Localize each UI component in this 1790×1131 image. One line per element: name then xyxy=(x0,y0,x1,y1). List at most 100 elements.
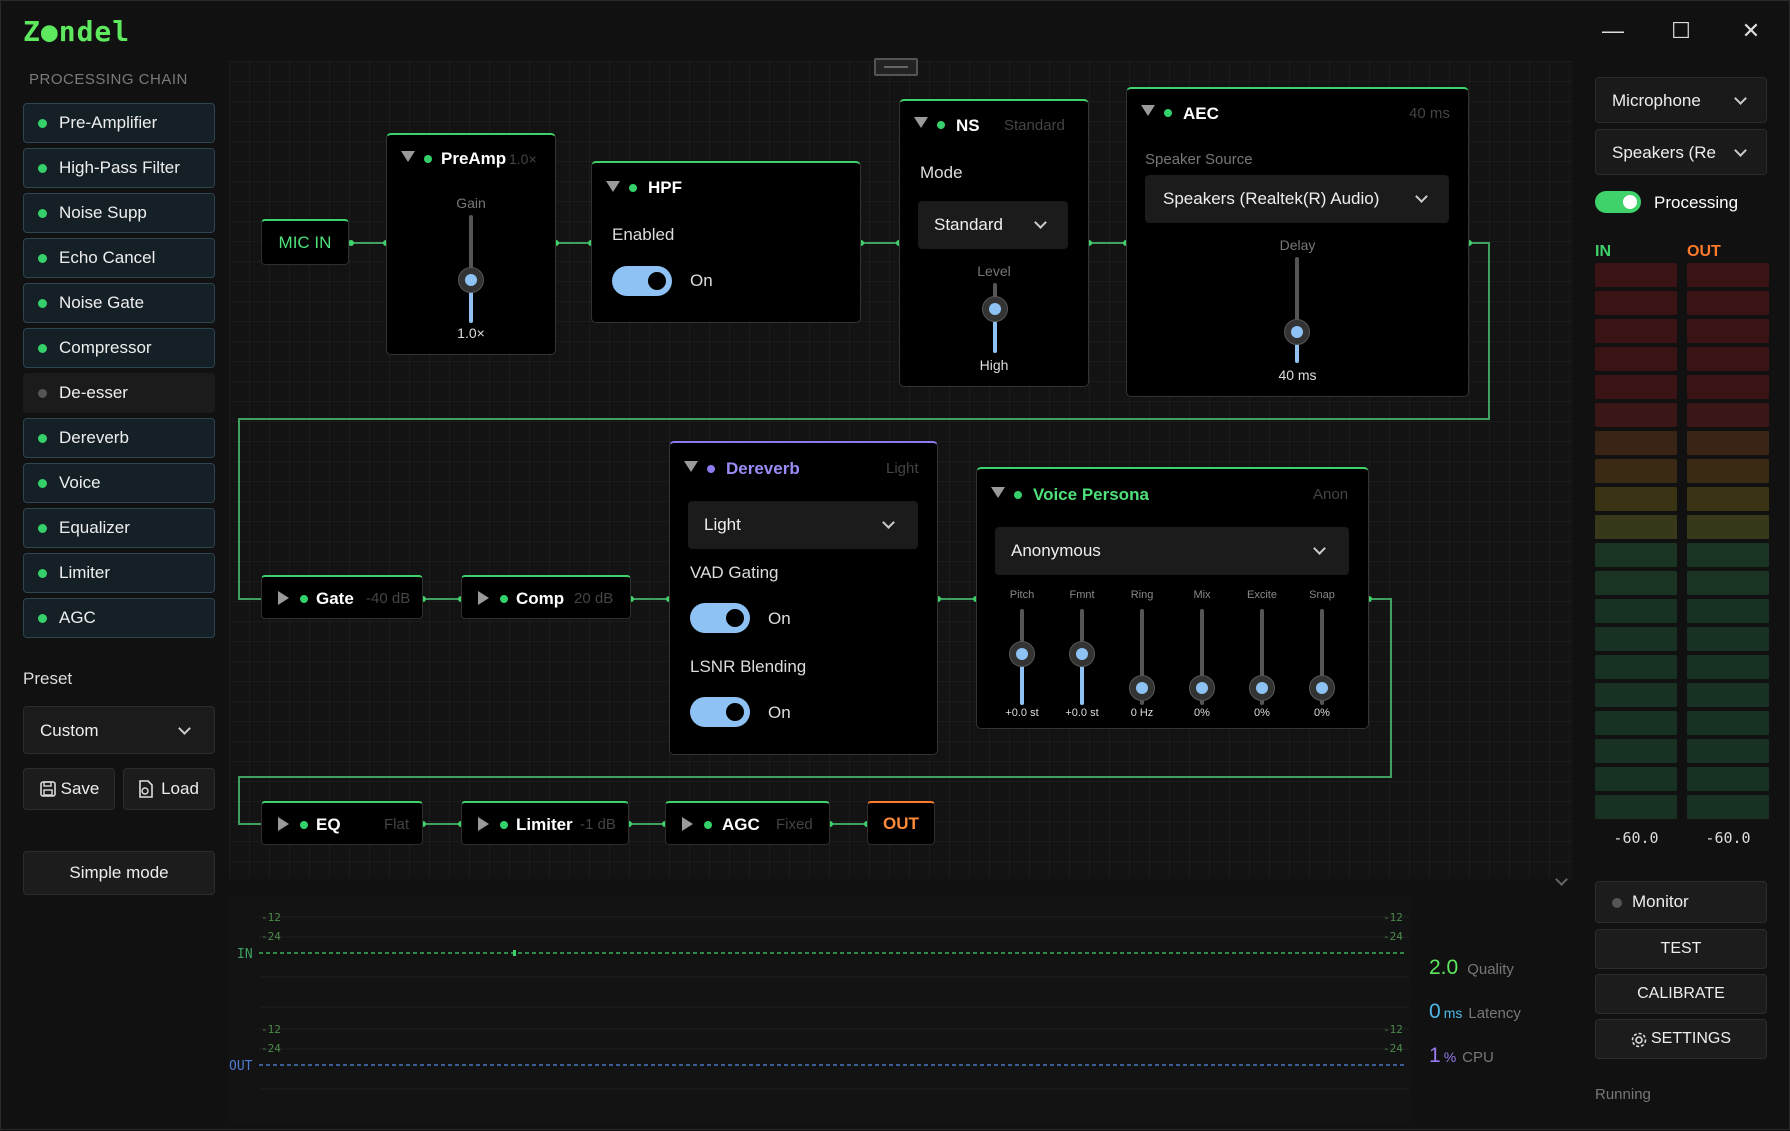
ns-level-label: Level xyxy=(977,263,1011,279)
delay-value: 40 ms xyxy=(1278,367,1317,383)
voice-slider-knob[interactable] xyxy=(1189,675,1215,701)
voice-slider-knob[interactable] xyxy=(1309,675,1335,701)
scope-in-tick-24: -24 xyxy=(261,930,281,943)
comp-node[interactable]: Comp 20 dB xyxy=(461,575,631,619)
comp-title: Comp xyxy=(516,589,565,608)
agc-node[interactable]: AGC Fixed xyxy=(665,801,830,845)
dereverb-node[interactable]: Dereverb Light Light VAD Gating On LSNR … xyxy=(669,441,938,755)
collapse-triangle-icon[interactable] xyxy=(1141,105,1155,116)
voice-slider-value: 0 Hz xyxy=(1130,707,1154,719)
gate-node[interactable]: Gate -40 dB xyxy=(261,575,423,619)
processing-toggle[interactable] xyxy=(1595,191,1641,213)
preamp-title: PreAmp xyxy=(441,149,507,168)
eq-subtitle: Flat xyxy=(384,816,410,833)
speaker-source-label: Speaker Source xyxy=(1145,151,1253,168)
scope-out-tick-24: -24 xyxy=(261,1042,281,1055)
collapse-triangle-icon[interactable] xyxy=(606,181,620,192)
in-meter-segment xyxy=(1595,459,1677,483)
vad-gating-toggle[interactable] xyxy=(690,603,750,633)
agc-subtitle: Fixed xyxy=(776,816,813,833)
expand-triangle-icon[interactable] xyxy=(278,817,289,831)
scope-in-tick-24-right: -24 xyxy=(1383,930,1403,943)
out-node[interactable]: OUT xyxy=(867,801,935,845)
voice-slider-label: Snap xyxy=(1309,589,1335,601)
ns-mode-select[interactable]: Standard xyxy=(918,201,1068,249)
hpf-title: HPF xyxy=(648,178,682,197)
ns-level-knob[interactable] xyxy=(982,296,1008,322)
lsnr-blending-label: LSNR Blending xyxy=(690,657,807,676)
stat-unit: ms xyxy=(1443,1005,1463,1021)
preamp-node[interactable]: PreAmp 1.0× Gain 1.0× xyxy=(386,133,556,355)
collapse-triangle-icon[interactable] xyxy=(914,117,928,128)
gear-icon xyxy=(1631,1032,1647,1048)
voice-persona-title: Voice Persona xyxy=(1033,485,1149,504)
expand-triangle-icon[interactable] xyxy=(478,817,489,831)
aec-node[interactable]: AEC 40 ms Speaker Source Speakers (Realt… xyxy=(1126,87,1469,397)
stat-label: Quality xyxy=(1467,961,1514,978)
persona-select[interactable]: Anonymous xyxy=(995,527,1349,575)
expand-triangle-icon[interactable] xyxy=(278,591,289,605)
expand-triangle-icon[interactable] xyxy=(478,591,489,605)
ns-mode-value: Standard xyxy=(934,215,1003,234)
out-meter-segment xyxy=(1687,347,1769,371)
out-meter-segment xyxy=(1687,627,1769,651)
voice-slider-knob[interactable] xyxy=(1129,675,1155,701)
status-dot xyxy=(500,595,508,603)
voice-slider-value: +0.0 st xyxy=(1065,707,1099,719)
mic-in-node[interactable]: MIC IN xyxy=(261,219,349,265)
out-meter-segment xyxy=(1687,739,1769,763)
delay-slider-knob[interactable] xyxy=(1284,319,1310,345)
gate-title: Gate xyxy=(316,589,354,608)
scope-out-tick-12: -12 xyxy=(261,1023,281,1036)
in-meter-segment xyxy=(1595,515,1677,539)
in-meter-segment xyxy=(1595,795,1677,819)
gain-slider-knob[interactable] xyxy=(458,267,484,293)
in-meter-segment xyxy=(1595,291,1677,315)
out-meter-segment xyxy=(1687,795,1769,819)
collapse-triangle-icon[interactable] xyxy=(684,461,698,472)
collapse-triangle-icon[interactable] xyxy=(401,151,415,162)
out-meter-segment xyxy=(1687,319,1769,343)
hpf-node[interactable]: HPF Enabled On xyxy=(591,161,861,323)
out-meter-segment xyxy=(1687,375,1769,399)
stat-value: 0 xyxy=(1429,1000,1441,1023)
collapse-triangle-icon[interactable] xyxy=(991,487,1005,498)
voice-persona-node[interactable]: Voice Persona Anon Anonymous Pitch +0.0 s… xyxy=(976,467,1369,729)
calibrate-button[interactable]: CALIBRATE xyxy=(1595,974,1767,1014)
out-meter-segment xyxy=(1687,599,1769,623)
monitor-label: Monitor xyxy=(1632,892,1689,911)
dereverb-mode-select[interactable]: Light xyxy=(688,501,918,549)
eq-title: EQ xyxy=(316,815,341,834)
speakers-device-value: Speakers (Re xyxy=(1612,143,1716,162)
out-meter-segment xyxy=(1687,487,1769,511)
eq-node[interactable]: EQ Flat xyxy=(261,801,423,845)
limiter-node[interactable]: Limiter -1 dB xyxy=(461,801,629,845)
status-dot xyxy=(1014,491,1022,499)
expand-triangle-icon[interactable] xyxy=(682,817,693,831)
ns-node[interactable]: NS Standard Mode Standard Level High xyxy=(899,99,1089,387)
settings-button[interactable]: SETTINGS xyxy=(1595,1019,1767,1059)
voice-slider-knob[interactable] xyxy=(1069,641,1095,667)
voice-slider-knob[interactable] xyxy=(1009,641,1035,667)
dereverb-mode-value: Light xyxy=(704,515,741,534)
voice-slider-label: Ring xyxy=(1130,589,1154,601)
status-dot xyxy=(1164,109,1172,117)
lsnr-blending-toggle[interactable] xyxy=(690,697,750,727)
in-meter-segment xyxy=(1595,711,1677,735)
microphone-device-select[interactable]: Microphone xyxy=(1595,77,1767,123)
speakers-device-select[interactable]: Speakers (Re xyxy=(1595,129,1767,175)
gain-label: Gain xyxy=(456,195,486,211)
vad-gating-state: On xyxy=(768,609,791,628)
hpf-enabled-toggle[interactable] xyxy=(612,266,672,296)
ns-level-value: High xyxy=(979,357,1009,373)
status-dot xyxy=(424,155,432,163)
test-button[interactable]: TEST xyxy=(1595,929,1767,969)
status-dot xyxy=(500,821,508,829)
monitor-status-dot xyxy=(1612,898,1622,908)
speaker-source-select[interactable]: Speakers (Realtek(R) Audio) xyxy=(1145,175,1449,223)
monitor-button[interactable]: Monitor xyxy=(1595,881,1767,923)
status-dot xyxy=(704,821,712,829)
in-meter-segment xyxy=(1595,627,1677,651)
voice-slider-knob[interactable] xyxy=(1249,675,1275,701)
status-dot xyxy=(707,465,715,473)
